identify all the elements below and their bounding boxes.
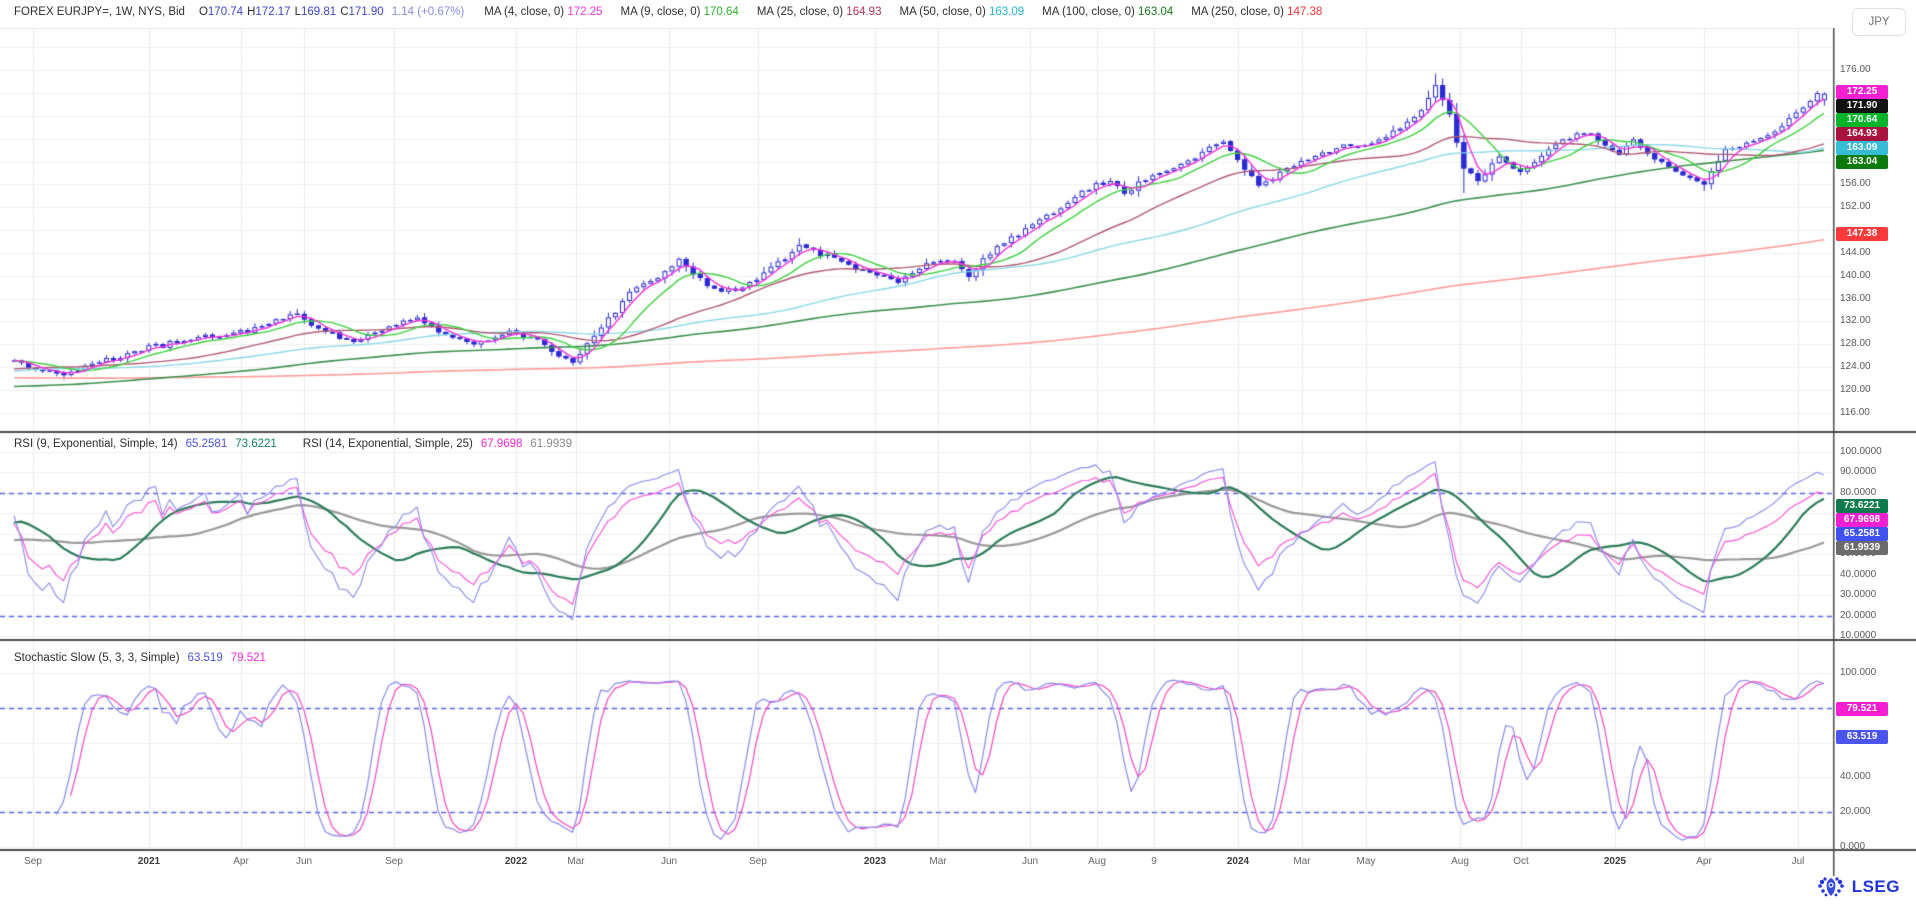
lseg-crest-icon: [1816, 874, 1846, 900]
price-badge: 163.04: [1836, 155, 1888, 169]
ma-legend-item: MA (250, close, 0) 147.38: [1191, 6, 1322, 18]
rsi-badge: 67.9698: [1836, 513, 1888, 527]
stochastic-legend: Stochastic Slow (5, 3, 3, Simple) 63.519…: [14, 652, 266, 664]
date-axis-label[interactable]: Mar: [929, 856, 946, 867]
rsi-axis-label: 20.0000: [1840, 610, 1876, 621]
price-badge: 170.64: [1836, 113, 1888, 127]
stoch-axis-label: 0.000: [1840, 841, 1865, 852]
date-axis-label[interactable]: Apr: [1696, 856, 1712, 867]
ma-legend-item: MA (100, close, 0) 163.04: [1042, 6, 1173, 18]
ma-legend-item: MA (4, close, 0) 172.25: [484, 6, 602, 18]
stochastic-legend-title: Stochastic Slow (5, 3, 3, Simple): [14, 652, 180, 664]
price-axis-label: 152.00: [1840, 201, 1871, 212]
date-axis-label[interactable]: Oct: [1513, 856, 1529, 867]
stoch-axis-label: 40.000: [1840, 771, 1871, 782]
rsi-axis-label: 10.0000: [1840, 630, 1876, 641]
ohlc-values: O170.74H172.17L169.81C171.90: [199, 6, 378, 18]
rsi-axis-label: 30.0000: [1840, 589, 1876, 600]
price-axis-label: 128.00: [1840, 338, 1871, 349]
chart-legend: FOREX EURJPY=, 1W, NYS, Bid O170.74 H172.…: [14, 6, 1322, 18]
date-axis-label[interactable]: 2022: [505, 856, 527, 867]
currency-axis-button[interactable]: JPY: [1852, 8, 1906, 36]
date-axis-label[interactable]: Sep: [24, 856, 42, 867]
ohlc-item: H172.17: [247, 6, 291, 18]
rsi-value-1: 65.2581: [186, 438, 228, 450]
price-axis-label: 140.00: [1840, 270, 1871, 281]
chart-canvas[interactable]: [0, 0, 1916, 905]
date-axis-label[interactable]: 9: [1151, 856, 1157, 867]
ohlc-item: L169.81: [295, 6, 337, 18]
price-badge: 164.93: [1836, 127, 1888, 141]
stochastic-k-value: 63.519: [188, 652, 223, 664]
price-axis-label: 132.00: [1840, 315, 1871, 326]
price-axis-label: 116.00: [1840, 407, 1870, 418]
price-axis-label: 124.00: [1840, 361, 1871, 372]
stochastic-d-value: 79.521: [231, 652, 266, 664]
date-axis-label[interactable]: 2021: [138, 856, 160, 867]
date-axis-label[interactable]: Apr: [233, 856, 249, 867]
date-axis-label[interactable]: 2024: [1227, 856, 1249, 867]
stoch-axis-label: 100.000: [1840, 667, 1876, 678]
date-axis-label[interactable]: 2025: [1604, 856, 1626, 867]
rsi-badge: 61.9939: [1836, 541, 1888, 555]
price-axis-label: 144.00: [1840, 247, 1871, 258]
date-axis-label[interactable]: Mar: [1293, 856, 1310, 867]
lseg-logo-text: LSEG: [1852, 877, 1900, 897]
rsi-axis-label: 80.0000: [1840, 487, 1876, 498]
rsi-axis-label: 90.0000: [1840, 466, 1876, 477]
price-badge: 172.25: [1836, 85, 1888, 99]
symbol-info: FOREX EURJPY=, 1W, NYS, Bid: [14, 6, 185, 18]
date-axis-label[interactable]: May: [1357, 856, 1376, 867]
ma-legend-item: MA (50, close, 0) 163.09: [899, 6, 1024, 18]
rsi-badge: 73.6221: [1836, 499, 1888, 513]
rsi-badge: 65.2581: [1836, 527, 1888, 541]
date-axis-label[interactable]: Jun: [661, 856, 677, 867]
stoch-axis-label: 20.000: [1840, 806, 1871, 817]
price-axis-label: 136.00: [1840, 293, 1871, 304]
ma-legend-item: MA (25, close, 0) 164.93: [757, 6, 882, 18]
date-axis-label[interactable]: Jun: [296, 856, 312, 867]
price-badge: 171.90: [1836, 99, 1888, 113]
rsi-signal-value-1: 73.6221: [235, 438, 277, 450]
price-axis-label: 156.00: [1840, 178, 1871, 189]
date-axis-label[interactable]: Sep: [749, 856, 767, 867]
ma-legend-items: MA (4, close, 0) 172.25 MA (9, close, 0) …: [484, 6, 1322, 18]
rsi-legend: RSI (9, Exponential, Simple, 14) 65.2581…: [14, 438, 572, 450]
stoch-badge: 79.521: [1836, 702, 1888, 716]
rsi-axis-label: 100.0000: [1840, 446, 1882, 457]
ohlc-item: O170.74: [199, 6, 243, 18]
chart-window: FOREX EURJPY=, 1W, NYS, Bid O170.74 H172.…: [0, 0, 1916, 905]
date-axis-label[interactable]: Aug: [1451, 856, 1469, 867]
stoch-badge: 63.519: [1836, 730, 1888, 744]
price-badge: 163.09: [1836, 141, 1888, 155]
price-axis-label: 176.00: [1840, 64, 1871, 75]
price-axis-label: 120.00: [1840, 384, 1871, 395]
lseg-logo: LSEG: [1816, 874, 1900, 900]
date-axis-label[interactable]: 2023: [864, 856, 886, 867]
date-axis-label[interactable]: Jul: [1792, 856, 1805, 867]
ma-legend-item: MA (9, close, 0) 170.64: [621, 6, 739, 18]
date-axis-label[interactable]: Sep: [385, 856, 403, 867]
rsi-signal-value-2: 61.9939: [530, 438, 572, 450]
change-value: 1.14 (+0.67%): [392, 6, 465, 18]
date-axis-label[interactable]: Jun: [1022, 856, 1038, 867]
rsi-axis-label: 40.0000: [1840, 569, 1876, 580]
rsi-legend-title-2: RSI (14, Exponential, Simple, 25): [303, 438, 473, 450]
date-axis-label[interactable]: Mar: [567, 856, 584, 867]
rsi-value-2: 67.9698: [481, 438, 523, 450]
date-axis-label[interactable]: Aug: [1088, 856, 1106, 867]
rsi-legend-title-1: RSI (9, Exponential, Simple, 14): [14, 438, 178, 450]
price-badge: 147.38: [1836, 227, 1888, 241]
ohlc-item: C171.90: [340, 6, 384, 18]
